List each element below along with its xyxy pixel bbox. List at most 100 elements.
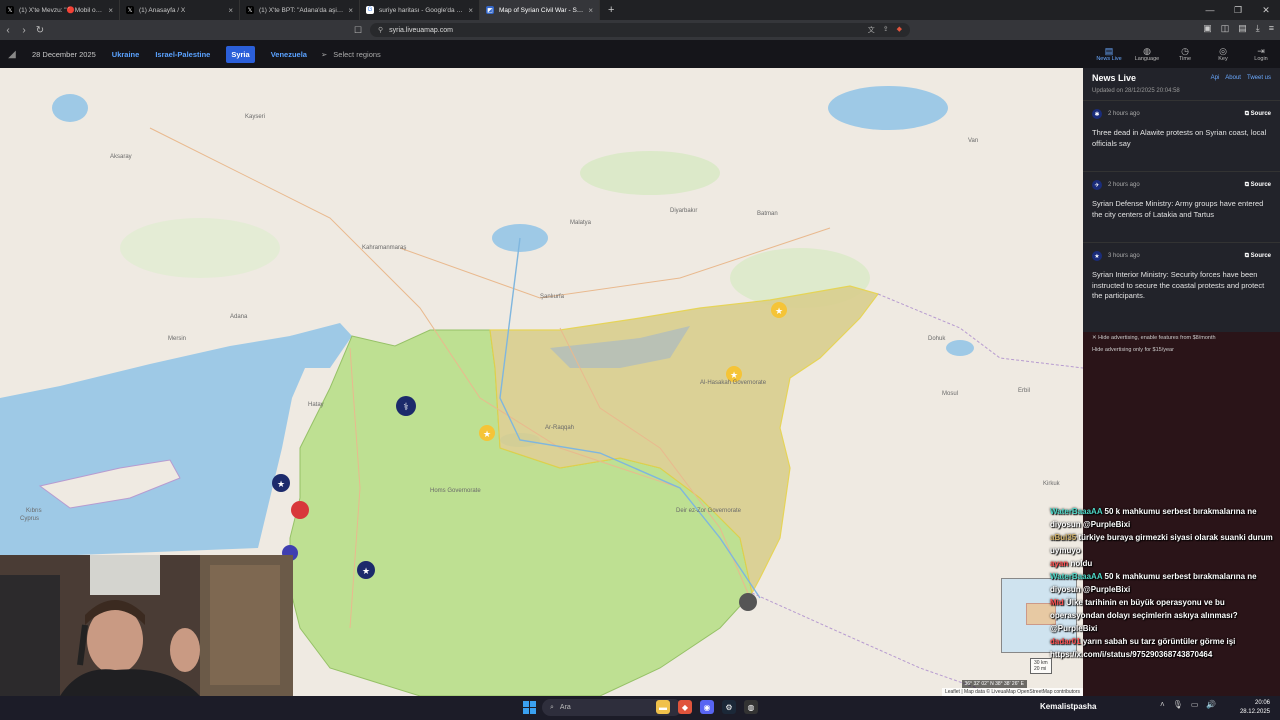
news-source-icon: ✱	[1092, 109, 1102, 119]
extensions-icon[interactable]: ▣	[1203, 23, 1212, 34]
map-label: Kirkuk	[1043, 481, 1060, 487]
close-icon[interactable]: ×	[228, 6, 233, 15]
source-label: Source	[1250, 110, 1271, 117]
login-button[interactable]: ⇥ Login	[1248, 40, 1274, 68]
address-bar-row: ‹ › ↻ ☐ ⚲ syria.liveuamap.com 文 ⇪ ◆ ▣ ◫ …	[0, 20, 1280, 40]
share-icon[interactable]: ⇪	[883, 25, 889, 35]
minimize-icon[interactable]: —	[1196, 0, 1224, 20]
map-label: Aksaray	[110, 154, 132, 160]
star-glyph: ★	[277, 479, 285, 489]
news-item[interactable]: ★ 3 hours ago ⧉ Source Syrian Interior M…	[1083, 242, 1280, 313]
sidebar-icon[interactable]: ◫	[1221, 23, 1230, 34]
maximize-icon[interactable]: ❐	[1224, 0, 1252, 20]
browser-tab[interactable]: 𝕏 (1) X'te Mevzu: "🔴Mobil oyunda Ro ×	[0, 0, 120, 20]
chevron-up-icon[interactable]: ˄	[1160, 700, 1165, 709]
header-date: 28 December 2025	[32, 49, 96, 59]
chat-user: dadar01	[1050, 637, 1081, 646]
forward-icon[interactable]: ›	[16, 25, 32, 36]
window-controls: — ❐ ✕	[1196, 0, 1280, 20]
lake-van	[828, 86, 948, 130]
forest-patch	[120, 218, 280, 278]
brave-browser-icon[interactable]: ◆	[678, 700, 692, 714]
chat-user: WaterBaaaAA	[1050, 507, 1103, 516]
browser-tab[interactable]: 𝕏 (1) X'te BPT: "Adana'da aşiret menso ×	[240, 0, 360, 20]
hide-ads-monthly-link[interactable]: ✕ Hide advertising, enable features from…	[1083, 332, 1280, 344]
url-field[interactable]: ⚲ syria.liveuamap.com 文 ⇪ ◆	[370, 23, 910, 37]
map-label: Kayseri	[245, 114, 266, 120]
browser-tab[interactable]: 𝕏 (1) Anasayfa / X ×	[120, 0, 240, 20]
about-link[interactable]: About	[1225, 75, 1241, 81]
map-label: Al-Hasakah Governorate	[700, 380, 767, 386]
browser-tab-active[interactable]: ◩ Map of Syrian Civil War - Syria ne ×	[480, 0, 600, 20]
tab-strip: 𝕏 (1) X'te Mevzu: "🔴Mobil oyunda Ro × 𝕏 …	[0, 0, 1280, 20]
close-window-icon[interactable]: ✕	[1252, 0, 1280, 20]
map-label: Malatya	[570, 220, 592, 226]
new-tab-button[interactable]: +	[600, 4, 622, 16]
tweet-us-link[interactable]: Tweet us	[1247, 75, 1271, 81]
menu-icon[interactable]: ≡	[1269, 23, 1274, 34]
region-link-syria[interactable]: Syria	[226, 45, 255, 63]
brave-shield-icon[interactable]: ◆	[897, 25, 902, 35]
ad-line: Hide advertising only for $15/year	[1092, 347, 1174, 353]
source-link[interactable]: ⧉ Source	[1245, 253, 1271, 260]
chat-message: Mid Ülke tarihinin en büyük operasyonu v…	[1050, 596, 1280, 622]
time-button[interactable]: ◷ Time	[1172, 40, 1198, 68]
border	[877, 293, 1083, 369]
network-icon[interactable]: ▭	[1191, 700, 1199, 709]
obs-icon[interactable]: ◍	[744, 700, 758, 714]
map-label: Ar-Raqqah	[545, 425, 575, 431]
region-link-venezuela[interactable]: Venezuela	[271, 50, 307, 59]
reload-icon[interactable]: ↻	[32, 25, 48, 36]
liveuamap-logo-icon[interactable]: ◢	[0, 49, 24, 60]
news-source-icon: ✈	[1092, 180, 1102, 190]
language-button[interactable]: ◍ Language	[1134, 40, 1160, 68]
region-link-israel-palestine[interactable]: Israel-Palestine	[155, 50, 210, 59]
map-label: Van	[968, 138, 979, 144]
download-icon[interactable]: ⤓	[1256, 23, 1260, 34]
volume-icon[interactable]: 🔊	[1206, 700, 1216, 709]
windows-start-icon[interactable]	[523, 701, 536, 714]
news-item[interactable]: ✈ 2 hours ago ⧉ Source Syrian Defense Mi…	[1083, 171, 1280, 242]
back-icon[interactable]: ‹	[0, 25, 16, 36]
region-link-ukraine[interactable]: Ukraine	[112, 50, 140, 59]
login-icon: ⇥	[1257, 46, 1265, 56]
close-icon[interactable]: ×	[108, 6, 113, 15]
tab-title: suriye haritası - Google'da Ara	[379, 6, 464, 14]
browser-tab[interactable]: G suriye haritası - Google'da Ara ×	[360, 0, 480, 20]
hide-ads-yearly-link[interactable]: Hide advertising only for $15/year	[1083, 344, 1280, 356]
translate-icon[interactable]: 文	[868, 25, 875, 35]
api-link[interactable]: Api	[1211, 75, 1220, 81]
site-info-icon[interactable]: ⚲	[378, 26, 383, 34]
bookmark-icon[interactable]: ☐	[354, 25, 362, 36]
tab-title: (1) X'te BPT: "Adana'da aşiret menso	[259, 6, 344, 14]
chat-message: WaterBaaaAA 50 k mahkumu serbest bırakma…	[1050, 570, 1280, 596]
globe-icon: ◍	[1143, 46, 1151, 56]
news-item[interactable]: ✱ 2 hours ago ⧉ Source Three dead in Ala…	[1083, 100, 1280, 171]
site-header: ◢ 28 December 2025 Ukraine Israel-Palest…	[0, 40, 1280, 68]
close-icon[interactable]: ×	[468, 6, 473, 15]
chat-text: türkiye buraya girmezki siyasi olarak su…	[1050, 533, 1273, 555]
taskbar-clock[interactable]: 20:06 28.12.2025	[1240, 699, 1270, 717]
select-regions-button[interactable]: ➢ Select regions	[321, 50, 381, 59]
map-label: Homs Governorate	[430, 488, 481, 494]
key-button[interactable]: ◎ Key	[1210, 40, 1236, 68]
source-link[interactable]: ⧉ Source	[1245, 182, 1271, 189]
mic-icon[interactable]: 🎙	[1173, 700, 1183, 709]
chat-message: ayan noldu	[1050, 557, 1280, 570]
steam-icon[interactable]: ⚙	[722, 700, 736, 714]
wallet-icon[interactable]: ▤	[1238, 23, 1247, 34]
chat-message: @PurpleBixi	[1050, 622, 1280, 635]
grey-marker	[739, 593, 757, 611]
sidebar-header: News Live Api About Tweet us	[1083, 68, 1280, 88]
taskbar-search-label: Ara	[559, 704, 571, 711]
discord-icon[interactable]: ◉	[700, 700, 714, 714]
close-icon[interactable]: ×	[348, 6, 353, 15]
source-link[interactable]: ⧉ Source	[1245, 111, 1271, 118]
file-explorer-icon[interactable]: ▬	[656, 700, 670, 714]
tab-title: (1) X'te Mevzu: "🔴Mobil oyunda Ro	[19, 7, 103, 14]
close-icon[interactable]: ×	[588, 6, 593, 15]
sidebar-title: News Live	[1092, 73, 1137, 83]
news-live-button[interactable]: ▤ News Live	[1096, 40, 1122, 68]
system-tray: ˄ 🎙 ▭ 🔊	[1160, 700, 1216, 709]
map-label: Deir ez-Zor Governorate	[676, 508, 742, 514]
